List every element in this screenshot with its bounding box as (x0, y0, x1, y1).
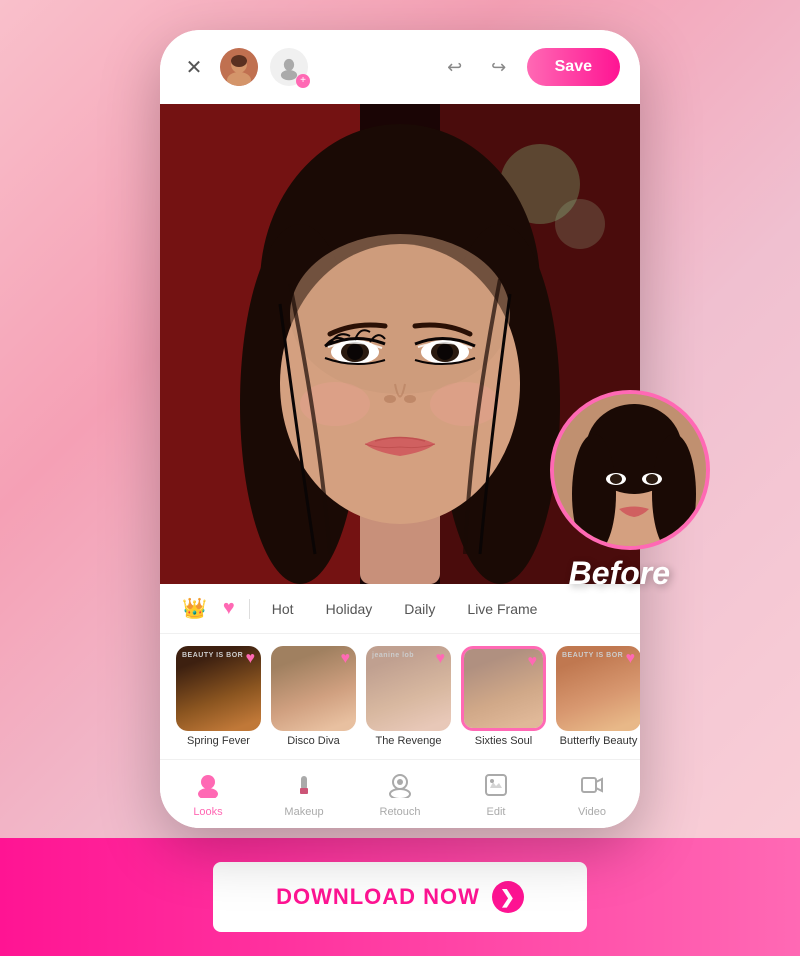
download-banner: DOWNLOAD NOW ❯ (0, 838, 800, 956)
nav-looks-label: Looks (193, 806, 222, 818)
top-bar-left: ✕ (180, 48, 427, 86)
avatar-icon (220, 48, 258, 86)
look-heart-icon[interactable]: ♥ (341, 650, 351, 668)
look-the-revenge[interactable]: jeanine lob ♥ The Revenge (366, 646, 451, 747)
bottom-nav: Looks Makeup Retouch (160, 759, 640, 828)
add-face-icon (275, 53, 303, 81)
looks-row: BEAUTY IS BOR ♥ Spring Fever ♥ Disco Div… (160, 634, 640, 759)
nav-makeup-label: Makeup (284, 806, 323, 818)
nav-retouch[interactable]: Retouch (352, 768, 448, 822)
close-button[interactable]: ✕ (180, 53, 208, 81)
download-button[interactable]: DOWNLOAD NOW ❯ (213, 862, 587, 932)
look-label: Butterfly Beauty (560, 735, 638, 747)
look-thumb-butterfly-beauty: BEAUTY IS BOR ♥ (556, 646, 640, 731)
before-label: Before (569, 555, 670, 592)
add-face-button[interactable] (270, 48, 308, 86)
save-button[interactable]: Save (527, 48, 620, 86)
look-top-text: BEAUTY IS BOR (182, 652, 243, 659)
look-heart-icon[interactable]: ♥ (246, 650, 256, 668)
nav-video[interactable]: Video (544, 768, 640, 822)
retouch-icon (387, 772, 413, 804)
tab-daily[interactable]: Daily (390, 589, 449, 629)
look-top-text: BEAUTY IS BOR (562, 652, 623, 659)
nav-video-label: Video (578, 806, 606, 818)
look-heart-icon[interactable]: ♥ (626, 650, 636, 668)
look-label: Disco Diva (287, 735, 340, 747)
look-label: Sixties Soul (475, 735, 532, 747)
look-thumb-sixties-soul: ♥ (461, 646, 546, 731)
nav-retouch-label: Retouch (380, 806, 421, 818)
look-label: Spring Fever (187, 735, 250, 747)
tab-holiday[interactable]: Holiday (312, 589, 387, 629)
crown-icon[interactable]: 👑 (176, 584, 213, 633)
nav-edit[interactable]: Edit (448, 768, 544, 822)
favorites-icon[interactable]: ♥ (217, 585, 241, 632)
before-face (554, 394, 710, 550)
nav-edit-label: Edit (487, 806, 506, 818)
avatar[interactable] (220, 48, 258, 86)
looks-icon (195, 772, 221, 804)
look-label: The Revenge (375, 735, 441, 747)
tab-live-frame[interactable]: Live Frame (453, 589, 551, 629)
tab-divider (249, 599, 250, 619)
before-circle (550, 390, 710, 550)
download-arrow-icon: ❯ (492, 881, 524, 913)
download-label: DOWNLOAD NOW (276, 884, 480, 910)
nav-makeup[interactable]: Makeup (256, 768, 352, 822)
top-bar: ✕ (160, 30, 640, 104)
nav-looks[interactable]: Looks (160, 768, 256, 822)
look-sixties-soul[interactable]: ♥ Sixties Soul (461, 646, 546, 747)
undo-button[interactable]: ↩ (439, 51, 471, 83)
makeup-icon (291, 772, 317, 804)
video-icon (579, 772, 605, 804)
edit-icon (483, 772, 509, 804)
look-disco-diva[interactable]: ♥ Disco Diva (271, 646, 356, 747)
look-thumb-spring-fever: BEAUTY IS BOR ♥ (176, 646, 261, 731)
look-heart-icon[interactable]: ♥ (436, 650, 446, 668)
tab-hot[interactable]: Hot (258, 589, 308, 629)
look-heart-icon[interactable]: ♥ (528, 653, 538, 671)
look-thumb-disco-diva: ♥ (271, 646, 356, 731)
look-thumb-the-revenge: jeanine lob ♥ (366, 646, 451, 731)
look-butterfly-beauty[interactable]: BEAUTY IS BOR ♥ Butterfly Beauty (556, 646, 640, 747)
look-top-text: jeanine lob (372, 652, 414, 659)
look-spring-fever[interactable]: BEAUTY IS BOR ♥ Spring Fever (176, 646, 261, 747)
redo-button[interactable]: ↪ (483, 51, 515, 83)
